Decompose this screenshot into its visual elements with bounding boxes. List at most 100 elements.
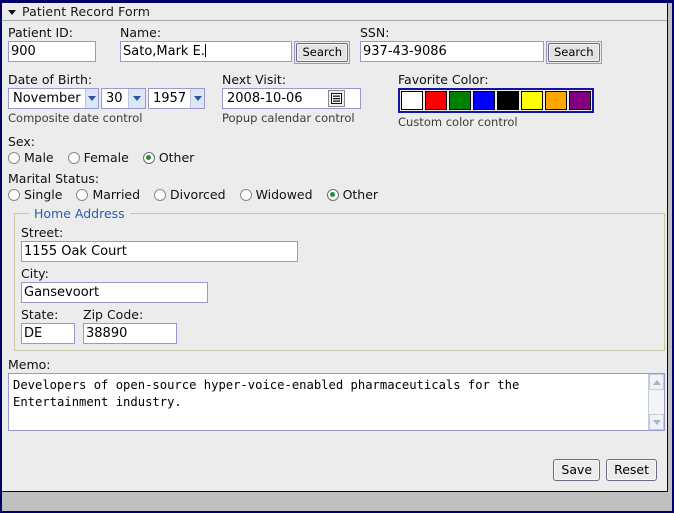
sex-option-label: Other [158,150,195,165]
sex-option-female[interactable]: Female [67,150,129,165]
radio-icon[interactable] [8,188,20,201]
save-button[interactable]: Save [553,459,601,481]
dob-month-select[interactable]: November [8,88,99,109]
name-group: Name: Sato,Mark E. Search [120,25,350,64]
memo-label: Memo: [8,357,51,372]
sex-group: Sex: Male Female Other [8,134,659,165]
text-caret [204,44,206,57]
next-visit-label: Next Visit: [222,72,286,87]
marital-status-option-married[interactable]: Married [76,187,140,202]
radio-icon[interactable] [239,188,252,201]
marital-status-radio-group: Single Married Divorced Widowed Other [8,187,659,202]
name-search-button[interactable]: Search [296,43,348,62]
calendar-icon[interactable] [328,90,345,107]
marital-status-option-widowed[interactable]: Widowed [239,187,313,202]
marital-status-option-divorced[interactable]: Divorced [154,187,226,202]
home-address-legend: Home Address [34,206,125,221]
patient-id-input[interactable]: 900 [8,41,96,62]
memo-textarea[interactable]: Developers of open-source hyper-voice-en… [8,373,665,431]
color-swatch-red[interactable] [425,91,447,110]
radio-icon[interactable] [76,188,89,201]
zip-label: Zip Code: [83,307,144,322]
radio-icon[interactable] [8,151,20,164]
sex-option-label: Female [83,150,129,165]
ssn-label: SSN: [360,25,390,40]
color-swatch-black[interactable] [497,91,519,110]
color-swatch-white[interactable] [401,91,423,110]
marital-status-option-label: Other [342,187,379,202]
ssn-search-button[interactable]: Search [548,43,600,62]
city-input[interactable]: Gansevoort [21,282,208,303]
favorite-color-label: Favorite Color: [398,72,489,87]
scroll-down-icon[interactable] [649,414,664,430]
color-swatch-purple[interactable] [569,91,591,110]
memo-scrollbar[interactable] [648,374,664,430]
patient-id-label: Patient ID: [8,25,74,40]
color-swatch-orange[interactable] [545,91,567,110]
zip-input[interactable]: 38890 [83,323,177,344]
marital-status-option-single[interactable]: Single [8,187,62,202]
form-title: Patient Record Form [22,4,151,19]
dob-day-select[interactable]: 30 [101,88,146,109]
street-input[interactable]: 1155 Oak Court [21,241,298,262]
dob-month-value: November [13,91,81,106]
identity-row: Patient ID: 900 Name: Sato,Mark E. Searc… [8,25,659,64]
radio-icon[interactable] [67,151,80,164]
ssn-group: SSN: 937-43-9086 Search [360,25,602,64]
marital-status-option-label: Widowed [255,187,313,202]
dates-row: Date of Birth: November 30 1957 Composit… [8,72,659,129]
marital-status-option-other[interactable]: Other [326,187,379,202]
marital-status-label: Marital Status: [8,171,100,186]
sex-option-other[interactable]: Other [142,150,195,165]
next-visit-input[interactable]: 2008-10-06 [222,88,361,109]
triangle-down-icon[interactable] [8,9,16,15]
dob-year-select[interactable]: 1957 [148,88,205,109]
state-input[interactable]: DE [21,323,75,344]
radio-icon[interactable] [142,151,155,164]
radio-icon[interactable] [154,188,167,201]
color-swatch-green[interactable] [449,91,471,110]
form-body: Patient ID: 900 Name: Sato,Mark E. Searc… [2,21,667,491]
ssn-input[interactable]: 937-43-9086 [360,41,544,62]
sex-radio-group: Male Female Other [8,150,659,165]
name-label: Name: [120,25,162,40]
marital-status-group: Marital Status: Single Married Divorced Wid… [8,171,659,202]
app-window: Patient Record Form Patient ID: 900 Name… [0,0,674,513]
color-swatch-list [398,88,594,113]
patient-id-group: Patient ID: 900 [8,25,120,62]
dob-hint: Composite date control [8,111,143,125]
ssn-search-button-wrap: Search [546,41,602,64]
sex-option-label: Male [24,150,54,165]
name-input[interactable]: Sato,Mark E. [120,41,293,62]
sex-label: Sex: [8,134,36,149]
favorite-color-hint: Custom color control [398,115,518,129]
marital-status-option-label: Single [24,187,63,202]
zip-group: Zip Code: 38890 [83,307,177,344]
name-input-value: Sato,Mark E. [123,44,205,59]
form-actions: Save Reset [553,459,657,481]
marital-status-option-label: Married [92,187,141,202]
next-visit-value: 2008-10-06 [227,91,303,106]
dob-year-value: 1957 [153,91,187,106]
state-label: State: [21,307,59,322]
city-label: City: [21,266,49,281]
reset-button[interactable]: Reset [606,459,657,481]
chevron-down-icon[interactable] [128,89,145,108]
chevron-down-icon[interactable] [190,89,204,108]
color-swatch-yellow[interactable] [521,91,543,110]
memo-value: Developers of open-source hyper-voice-en… [13,378,520,409]
state-zip-row: State: DE Zip Code: 38890 [21,307,658,344]
dob-group: Date of Birth: November 30 1957 Composit… [8,72,222,125]
dob-label: Date of Birth: [8,72,93,87]
dob-day-value: 30 [106,91,123,106]
radio-icon[interactable] [326,188,339,201]
next-visit-hint: Popup calendar control [222,111,355,125]
state-group: State: DE [21,307,83,344]
sex-option-male[interactable]: Male [8,150,54,165]
scroll-up-icon[interactable] [649,374,664,390]
marital-status-option-label: Divorced [170,187,226,202]
patient-record-form-panel: Patient Record Form Patient ID: 900 Name… [2,3,668,492]
favorite-color-group: Favorite Color: Custom color control [398,72,594,129]
chevron-down-icon[interactable] [84,89,98,108]
color-swatch-blue[interactable] [473,91,495,110]
